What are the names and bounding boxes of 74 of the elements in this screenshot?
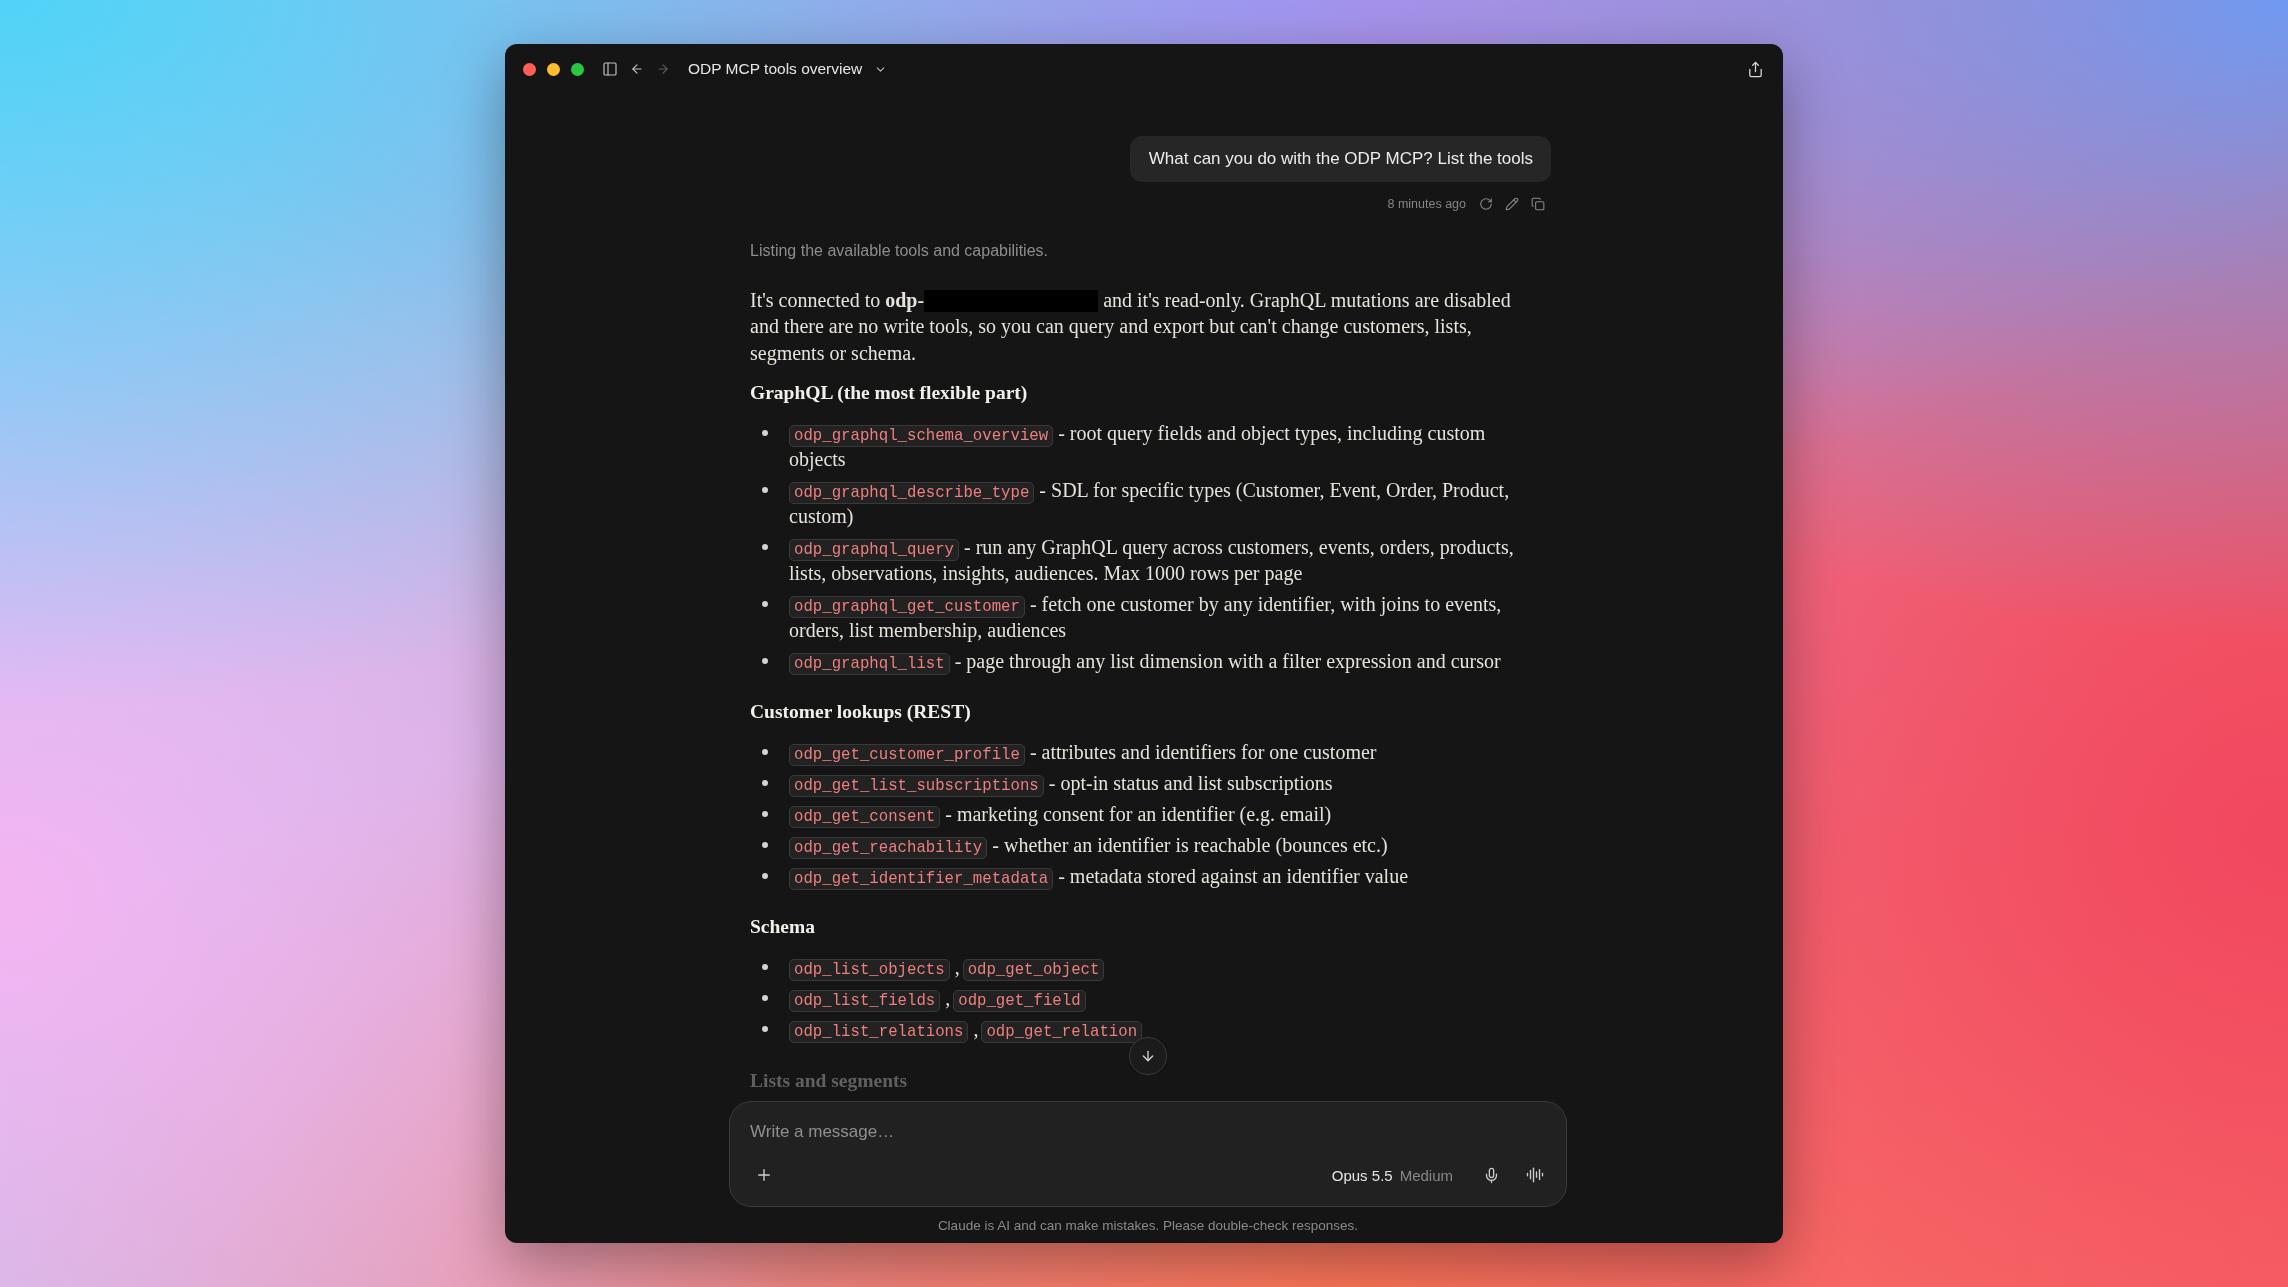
code-snippet: odp_get_field: [953, 989, 1086, 1012]
list-item-text: odp_graphql_query - run any GraphQL query across customers, events, orders, products, lists, observations, insights, audiences. Max 1000 rows per page: [789, 534, 1515, 586]
code-snippet: odp_get_relation: [981, 1020, 1143, 1043]
scroll-down-button[interactable]: [1129, 1037, 1167, 1075]
retry-button[interactable]: [1479, 197, 1493, 211]
close-button[interactable]: [523, 62, 536, 76]
back-button[interactable]: [630, 62, 644, 76]
bullet-icon: [762, 841, 768, 848]
share-button[interactable]: [1747, 60, 1764, 78]
refresh-icon: [1479, 197, 1493, 211]
code-snippet: odp_get_list_subscriptions: [789, 774, 1044, 797]
status-text: Listing the available tools and capabilities.: [750, 241, 1049, 261]
code-snippet: odp_graphql_describe_type: [789, 481, 1035, 504]
list-item-text: odp_get_reachability - whether an identifier is reachable (bounces etc.): [789, 831, 1530, 858]
code-snippet: odp_get_reachability: [789, 836, 988, 859]
bullet-icon: [762, 963, 768, 970]
user-message: What can you do with the ODP MCP? List the tools: [1129, 136, 1551, 182]
share-icon: [1747, 60, 1764, 78]
bullet-icon: [762, 994, 768, 1001]
bullet-icon: [762, 779, 768, 786]
copy-icon: [1531, 197, 1545, 211]
bullet-icon: [762, 657, 768, 664]
list-item-text: odp_graphql_schema_overview - root query fields and object types, including custom objects: [789, 420, 1487, 472]
message-input[interactable]: Write a message…: [750, 1120, 1547, 1144]
section-heading: Lists and segments: [750, 1068, 909, 1093]
bullet-icon: [762, 486, 768, 493]
bullet-icon: [762, 429, 768, 436]
code-snippet: odp_get_customer_profile: [789, 743, 1025, 766]
code-snippet: odp_graphql_query: [789, 538, 960, 561]
minimize-button[interactable]: [547, 62, 560, 76]
code-snippet: odp_list_fields: [789, 989, 941, 1012]
list-item-text: odp_get_customer_profile - attributes and identifiers for one customer: [789, 738, 1530, 765]
bullet-icon: [762, 543, 768, 550]
pencil-icon: [1505, 197, 1519, 211]
list-item-text: odp_get_list_subscriptions - opt-in status and list subscriptions: [789, 769, 1530, 796]
zoom-button[interactable]: [571, 62, 584, 76]
chat-title-button[interactable]: ODP MCP tools overview: [688, 60, 888, 78]
section-heading: GraphQL (the most flexible part): [750, 380, 1029, 405]
message-time: 8 minutes ago: [1387, 197, 1466, 211]
code-snippet: odp_get_consent: [789, 805, 941, 828]
sidebar-button[interactable]: [602, 61, 618, 77]
code-snippet: odp_list_objects: [789, 958, 950, 981]
model-selector-button[interactable]: Opus 5.5 Medium: [1323, 1160, 1461, 1190]
edit-button[interactable]: [1505, 197, 1519, 211]
code-snippet: odp_get_object: [962, 958, 1105, 981]
arrow-left-icon: [630, 62, 644, 76]
list-item-text: odp_list_relations , odp_get_relation: [789, 1015, 1530, 1042]
list-item-text: odp_graphql_list - page through any list dimension with a filter expression and cursor: [789, 647, 1530, 674]
list-item-text: odp_list_objects , odp_get_object: [789, 953, 1530, 980]
list-item-text: odp_graphql_describe_type - SDL for specific types (Customer, Event, Order, Product, custom): [789, 477, 1511, 529]
arrow-down-icon: [1140, 1048, 1156, 1064]
bullet-icon: [762, 600, 768, 607]
list-item-text: odp_graphql_get_customer - fetch one customer by any identifier, with joins to events, orders, list membership, audiences: [789, 591, 1503, 643]
bullet-icon: [762, 1025, 768, 1032]
section-heading: Schema: [750, 914, 816, 939]
intro-paragraph: It's connected to odp- and it's read-only. GraphQL mutations are disabled and there are no write tools, so you can query and export but can't change customers, lists, segments or schema.: [750, 288, 1512, 366]
copy-button[interactable]: [1531, 197, 1545, 211]
code-snippet: odp_graphql_get_customer: [789, 595, 1025, 618]
waveform-icon: [1526, 1166, 1544, 1184]
code-snippet: odp_list_relations: [789, 1020, 969, 1043]
bullet-icon: [762, 872, 768, 879]
bullet-icon: [762, 748, 768, 755]
code-snippet: odp_get_identifier_metadata: [789, 867, 1054, 890]
list-item-text: odp_list_fields , odp_get_field: [789, 984, 1530, 1011]
arrow-right-icon: [656, 62, 670, 76]
bullet-icon: [762, 810, 768, 817]
list-item-text: odp_get_identifier_metadata - metadata stored against an identifier value: [789, 862, 1530, 889]
plus-icon: [755, 1166, 773, 1184]
code-snippet: odp_graphql_schema_overview: [789, 424, 1054, 447]
list-item-text: odp_get_consent - marketing consent for an identifier (e.g. email): [789, 800, 1530, 827]
disclaimer-text: Claude is AI and can make mistakes. Please double-check responses.: [936, 1217, 1360, 1235]
code-snippet: odp_graphql_list: [789, 652, 950, 675]
section-heading: Customer lookups (REST): [750, 699, 972, 724]
sidebar-icon: [602, 61, 618, 77]
